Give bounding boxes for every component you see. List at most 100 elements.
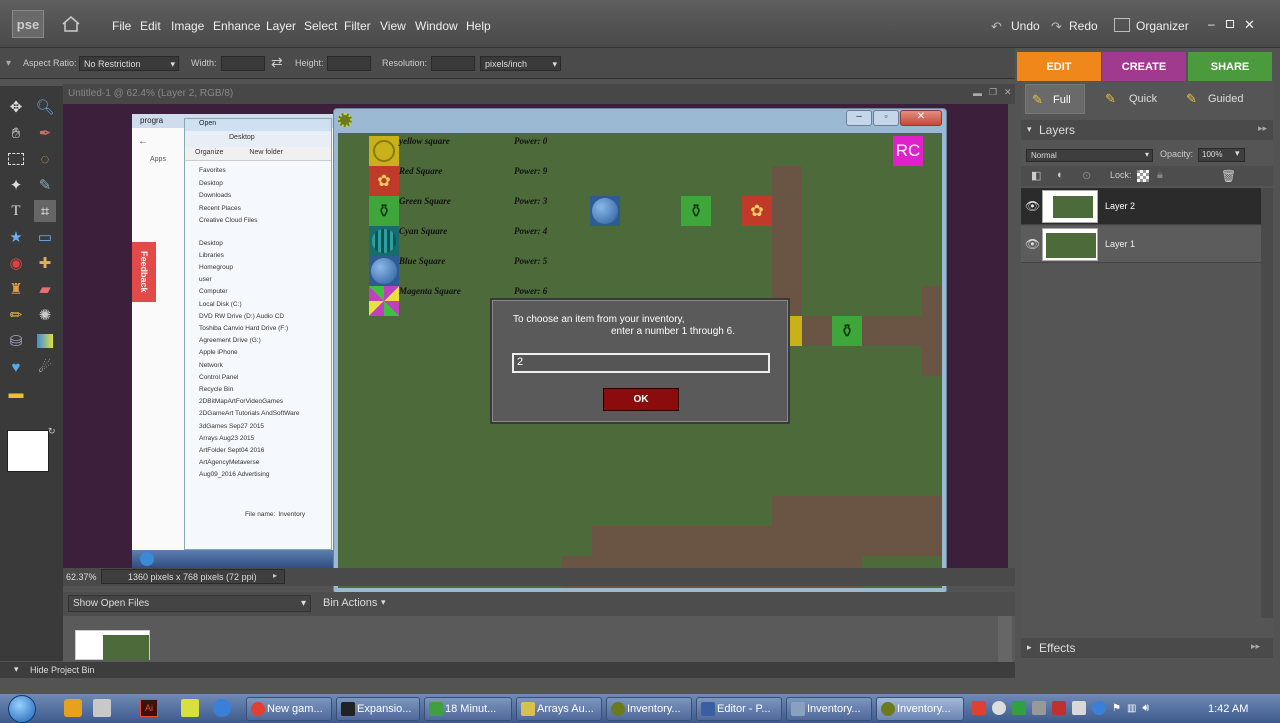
media-player-icon[interactable] xyxy=(64,699,82,717)
magic-wand-tool-icon[interactable]: ✦ xyxy=(5,174,27,196)
swap-colors-icon[interactable]: ↻ xyxy=(48,426,56,437)
move-tool-icon[interactable]: ✥ xyxy=(5,96,27,118)
tab-edit[interactable]: EDIT xyxy=(1017,52,1101,81)
eraser-tool-icon[interactable]: ▰ xyxy=(34,278,56,300)
crop-tool-icon[interactable]: ⌗ xyxy=(34,200,56,222)
undo-button[interactable]: Undo xyxy=(1011,19,1040,33)
taskbar-button[interactable]: 18 Minut... xyxy=(424,697,512,721)
menu-window[interactable]: Window xyxy=(415,19,458,33)
marquee-tool-icon[interactable] xyxy=(5,148,27,170)
number-input[interactable]: 2 xyxy=(512,353,770,373)
tray-icon[interactable] xyxy=(1052,701,1066,715)
tray-icon[interactable] xyxy=(1032,701,1046,715)
menu-help[interactable]: Help xyxy=(466,19,491,33)
tab-share[interactable]: SHARE xyxy=(1188,52,1272,81)
taskbar-button-active[interactable]: Inventory... xyxy=(876,697,964,721)
layers-scrollbar[interactable] xyxy=(1261,188,1273,618)
adjustment-layer-icon[interactable]: ◐ xyxy=(1057,169,1064,181)
cookie-cutter-tool-icon[interactable]: ★ xyxy=(5,226,27,248)
eye-icon[interactable]: 👁︎ xyxy=(1025,199,1040,213)
folder-icon[interactable] xyxy=(181,699,199,717)
hand-tool-icon[interactable]: ✋︎ xyxy=(5,122,27,144)
menu-select[interactable]: Select xyxy=(304,19,337,33)
maximize-icon[interactable] xyxy=(1226,20,1234,28)
game-maximize-button[interactable]: ▫ xyxy=(873,110,899,126)
taskbar-button[interactable]: Editor - P... xyxy=(696,697,782,721)
quick-edit-tab[interactable]: ✎ Quick xyxy=(1105,84,1175,114)
quick-selection-tool-icon[interactable]: ✎ xyxy=(34,174,56,196)
brush-tool-icon[interactable]: ✏ xyxy=(5,304,27,326)
panel-menu-icon[interactable]: ▸▸ xyxy=(1258,123,1267,134)
effects-panel-header[interactable]: ▸ Effects ▸▸ xyxy=(1021,638,1273,658)
organizer-icon[interactable] xyxy=(1114,18,1130,32)
swap-icon[interactable]: ⇄ xyxy=(271,54,283,71)
eye-icon[interactable]: 👁︎ xyxy=(1025,237,1040,251)
height-input[interactable] xyxy=(327,56,371,71)
layers-panel-header[interactable]: ▾ Layers ▸▸ xyxy=(1021,120,1273,140)
tab-create[interactable]: CREATE xyxy=(1102,52,1186,81)
link-icon[interactable]: ⊙ xyxy=(1082,169,1091,182)
doc-minimize-icon[interactable]: ▬ xyxy=(973,88,982,98)
tray-icon[interactable] xyxy=(992,701,1006,715)
red-eye-tool-icon[interactable]: ◉ xyxy=(5,252,27,274)
ie-icon[interactable] xyxy=(213,699,231,717)
tray-icon[interactable] xyxy=(1012,701,1026,715)
tray-icon[interactable] xyxy=(972,701,986,715)
hide-project-bin-button[interactable]: Hide Project Bin xyxy=(30,665,95,675)
taskbar-button[interactable]: Inventory... xyxy=(606,697,692,721)
volume-icon[interactable]: 🔊︎ xyxy=(1142,702,1149,715)
healing-brush-tool-icon[interactable]: ✚ xyxy=(34,252,56,274)
resolution-unit-select[interactable]: pixels/inch ▾ xyxy=(480,56,561,71)
open-file-thumbnail[interactable] xyxy=(75,630,150,660)
guided-edit-tab[interactable]: ✎ Guided xyxy=(1186,84,1266,114)
tray-icon[interactable] xyxy=(1092,701,1106,715)
menu-image[interactable]: Image xyxy=(171,19,204,33)
lock-icon[interactable]: 🔒︎ xyxy=(1157,169,1163,182)
ok-button[interactable]: OK xyxy=(603,388,679,411)
chevron-down-icon[interactable]: ▾ xyxy=(381,597,386,608)
organizer-button[interactable]: Organizer xyxy=(1136,19,1189,33)
resolution-input[interactable] xyxy=(431,56,475,71)
chevron-down-icon[interactable]: ▾ xyxy=(1235,148,1240,159)
tray-icon[interactable] xyxy=(1072,701,1086,715)
explorer-icon[interactable] xyxy=(93,699,111,717)
layer-row[interactable]: 👁︎ Layer 1 xyxy=(1021,226,1261,263)
layer-row[interactable]: 👁︎ Layer 2 xyxy=(1021,188,1261,225)
taskbar-button[interactable]: Arrays Au... xyxy=(516,697,602,721)
trash-icon[interactable]: 🗑︎ xyxy=(1221,169,1236,183)
type-tool-icon[interactable]: T xyxy=(5,200,27,222)
collapse-icon[interactable]: ▾ xyxy=(14,664,19,675)
zoom-tool-icon[interactable]: 🔍︎ xyxy=(34,96,56,118)
menu-layer[interactable]: Layer xyxy=(266,19,296,33)
menu-view[interactable]: View xyxy=(380,19,406,33)
close-icon[interactable]: ✕ xyxy=(1244,17,1255,33)
flag-icon[interactable]: ⚑ xyxy=(1112,703,1121,714)
minimize-icon[interactable]: – xyxy=(1208,17,1215,31)
redo-icon[interactable]: ↷ xyxy=(1051,19,1062,35)
home-icon[interactable] xyxy=(62,16,80,32)
menu-enhance[interactable]: Enhance xyxy=(213,19,260,33)
custom-shape-tool-icon[interactable]: ♥ xyxy=(5,356,27,378)
gradient-tool-icon[interactable] xyxy=(34,330,56,352)
aspect-ratio-select[interactable]: No Restriction ▾ xyxy=(79,56,179,71)
menu-file[interactable]: File xyxy=(112,19,131,33)
clone-stamp-tool-icon[interactable]: ♜ xyxy=(5,278,27,300)
game-minimize-button[interactable]: – xyxy=(846,110,872,126)
full-edit-tab[interactable]: ✎ Full xyxy=(1025,84,1085,114)
smart-brush-tool-icon[interactable]: ✺ xyxy=(34,304,56,326)
game-close-button[interactable]: ✕ xyxy=(900,110,942,126)
menu-edit[interactable]: Edit xyxy=(140,19,161,33)
bin-actions-menu[interactable]: Bin Actions xyxy=(323,597,377,609)
doc-close-icon[interactable]: ✕ xyxy=(1004,87,1012,98)
blur-tool-icon[interactable]: ☄ xyxy=(34,356,56,378)
network-icon[interactable]: ▥ xyxy=(1127,703,1136,714)
lasso-tool-icon[interactable]: ◌ xyxy=(34,148,56,170)
paint-bucket-tool-icon[interactable]: ⛁ xyxy=(5,330,27,352)
foreground-color-swatch[interactable] xyxy=(7,430,49,472)
straighten-tool-icon[interactable]: ▭ xyxy=(34,226,56,248)
panel-menu-icon[interactable]: ▸▸ xyxy=(1251,641,1260,652)
show-open-files-select[interactable]: Show Open Files ▾ xyxy=(68,595,311,612)
width-input[interactable] xyxy=(221,56,265,71)
taskbar-button[interactable]: Expansio... xyxy=(336,697,420,721)
sponge-tool-icon[interactable]: ▬ xyxy=(5,382,27,404)
